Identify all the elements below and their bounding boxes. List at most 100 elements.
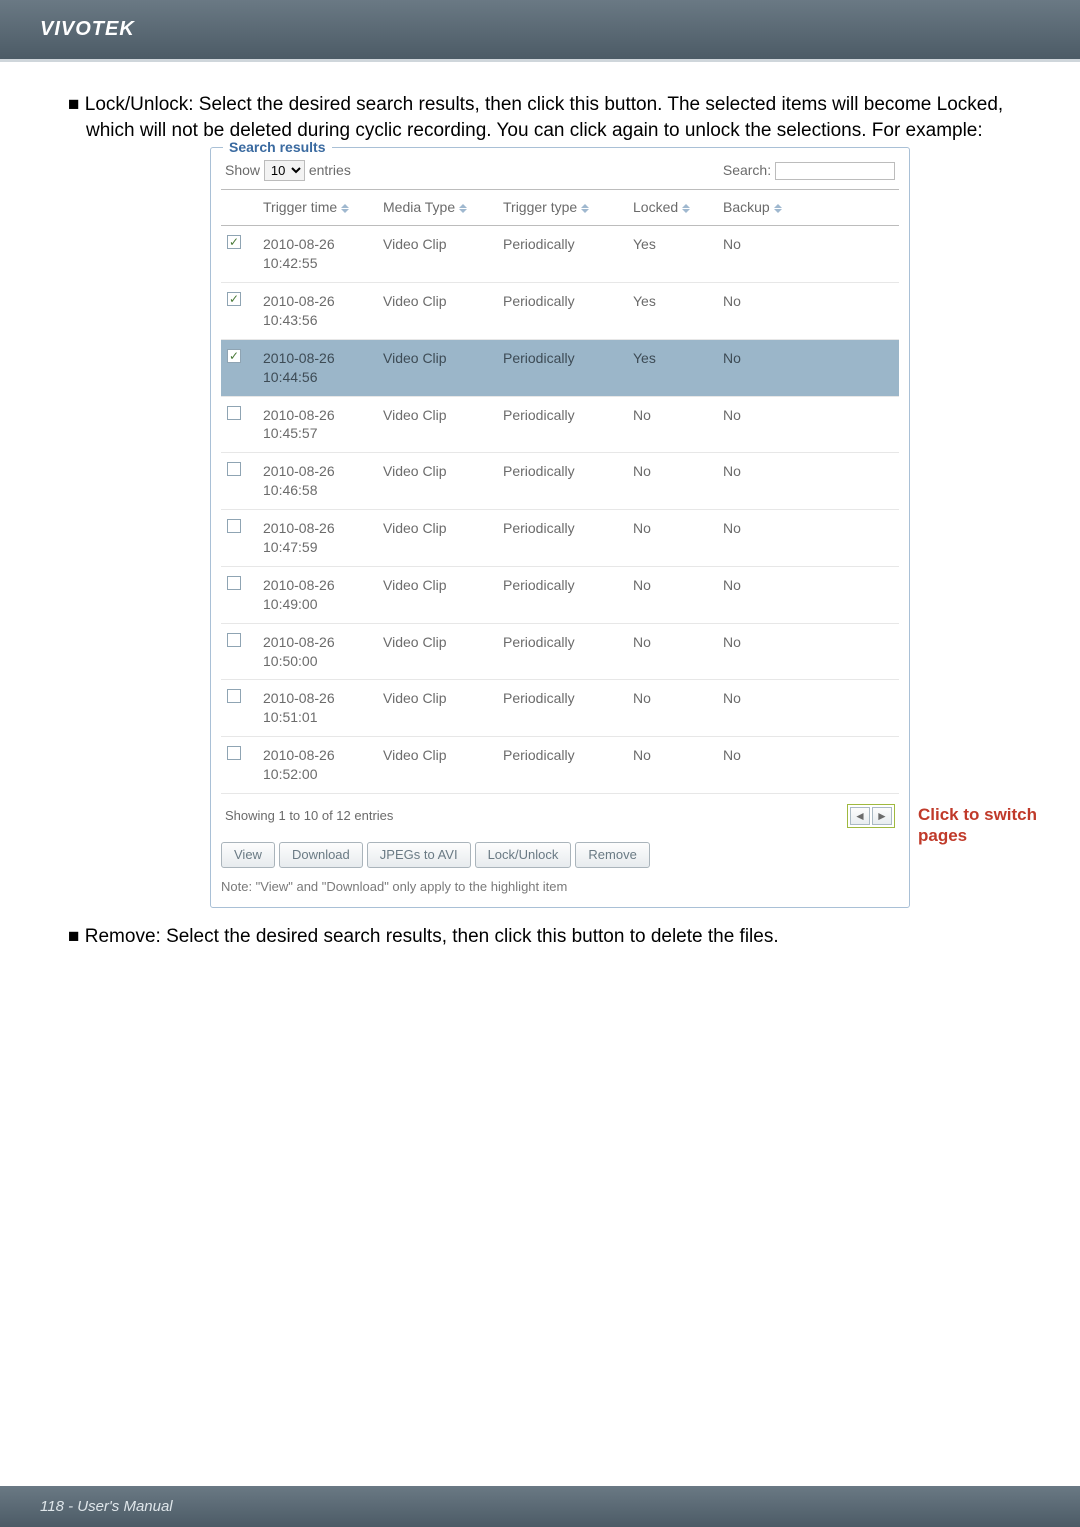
- col-media-type[interactable]: Media Type: [377, 190, 497, 226]
- cell-backup: No: [717, 623, 899, 680]
- cell-trigger-time: 2010-08-2610:51:01: [257, 680, 377, 737]
- table-footer: Showing 1 to 10 of 12 entries ◄ ►: [221, 794, 899, 828]
- page-body: Lock/Unlock: Select the desired search r…: [0, 62, 1080, 950]
- row-checkbox[interactable]: [227, 576, 241, 590]
- col-checkbox: [221, 190, 257, 226]
- download-button[interactable]: Download: [279, 842, 363, 868]
- cell-trigger-type: Periodically: [497, 510, 627, 567]
- table-row[interactable]: 2010-08-2610:46:58Video ClipPeriodically…: [221, 453, 899, 510]
- remove-button[interactable]: Remove: [575, 842, 649, 868]
- pager-next-button[interactable]: ►: [872, 807, 892, 825]
- view-button[interactable]: View: [221, 842, 275, 868]
- search-box: Search:: [723, 161, 895, 180]
- sort-icon: [581, 204, 589, 214]
- cell-locked: No: [627, 623, 717, 680]
- pager-box: ◄ ►: [847, 804, 895, 828]
- cell-trigger-time: 2010-08-2610:44:56: [257, 339, 377, 396]
- col-backup-label: Backup: [723, 199, 770, 215]
- cell-trigger-time: 2010-08-2610:46:58: [257, 453, 377, 510]
- showing-text: Showing 1 to 10 of 12 entries: [225, 807, 393, 825]
- search-input[interactable]: [775, 162, 895, 180]
- cell-media-type: Video Clip: [377, 680, 497, 737]
- table-row[interactable]: 2010-08-2610:47:59Video ClipPeriodically…: [221, 510, 899, 567]
- cell-trigger-time: 2010-08-2610:49:00: [257, 566, 377, 623]
- results-table: Trigger time Media Type Trigger type Loc…: [221, 189, 899, 794]
- search-results-panel: Search results Show 10 entries Search:: [210, 147, 910, 908]
- row-checkbox[interactable]: [227, 462, 241, 476]
- row-checkbox[interactable]: [227, 406, 241, 420]
- table-row[interactable]: 2010-08-2610:50:00Video ClipPeriodically…: [221, 623, 899, 680]
- cell-trigger-time: 2010-08-2610:43:56: [257, 282, 377, 339]
- show-entries: Show 10 entries: [225, 160, 351, 181]
- cell-backup: No: [717, 226, 899, 283]
- table-row[interactable]: 2010-08-2610:45:57Video ClipPeriodically…: [221, 396, 899, 453]
- bullet-lock-unlock-text: Lock/Unlock: Select the desired search r…: [85, 94, 1003, 141]
- cell-trigger-type: Periodically: [497, 680, 627, 737]
- row-checkbox[interactable]: [227, 746, 241, 760]
- cell-locked: No: [627, 737, 717, 794]
- cell-backup: No: [717, 282, 899, 339]
- search-label: Search:: [723, 162, 771, 178]
- page-footer: 118 - User's Manual: [0, 1486, 1080, 1527]
- col-trigger-time[interactable]: Trigger time: [257, 190, 377, 226]
- lock-unlock-button[interactable]: Lock/Unlock: [475, 842, 572, 868]
- cell-trigger-type: Periodically: [497, 339, 627, 396]
- col-locked[interactable]: Locked: [627, 190, 717, 226]
- cell-locked: No: [627, 680, 717, 737]
- cell-trigger-time: 2010-08-2610:45:57: [257, 396, 377, 453]
- cell-trigger-type: Periodically: [497, 566, 627, 623]
- cell-media-type: Video Clip: [377, 453, 497, 510]
- cell-locked: No: [627, 510, 717, 567]
- page-footer-text: 118 - User's Manual: [40, 1498, 173, 1515]
- bullet-lock-unlock: Lock/Unlock: Select the desired search r…: [68, 92, 1020, 143]
- cell-backup: No: [717, 339, 899, 396]
- page-header: VIVOTEK: [0, 0, 1080, 62]
- cell-locked: Yes: [627, 226, 717, 283]
- sort-icon: [682, 204, 690, 214]
- row-checkbox[interactable]: [227, 689, 241, 703]
- cell-trigger-type: Periodically: [497, 453, 627, 510]
- table-row[interactable]: 2010-08-2610:49:00Video ClipPeriodically…: [221, 566, 899, 623]
- callout-switch-pages: Click to switch pages: [918, 805, 1078, 846]
- col-locked-label: Locked: [633, 199, 678, 215]
- table-row[interactable]: 2010-08-2610:52:00Video ClipPeriodically…: [221, 737, 899, 794]
- col-trigger-type[interactable]: Trigger type: [497, 190, 627, 226]
- cell-media-type: Video Clip: [377, 566, 497, 623]
- table-row[interactable]: 2010-08-2610:44:56Video ClipPeriodically…: [221, 339, 899, 396]
- cell-backup: No: [717, 680, 899, 737]
- sort-icon: [459, 204, 467, 214]
- cell-media-type: Video Clip: [377, 510, 497, 567]
- cell-trigger-time: 2010-08-2610:42:55: [257, 226, 377, 283]
- row-checkbox[interactable]: [227, 519, 241, 533]
- panel-note: Note: "View" and "Download" only apply t…: [221, 878, 899, 896]
- sort-icon: [774, 204, 782, 214]
- cell-trigger-type: Periodically: [497, 226, 627, 283]
- pager-prev-button[interactable]: ◄: [850, 807, 870, 825]
- jpegs-to-avi-button[interactable]: JPEGs to AVI: [367, 842, 471, 868]
- cell-backup: No: [717, 396, 899, 453]
- cell-trigger-type: Periodically: [497, 623, 627, 680]
- screenshot-wrap: Search results Show 10 entries Search:: [210, 147, 910, 908]
- cell-media-type: Video Clip: [377, 282, 497, 339]
- cell-media-type: Video Clip: [377, 226, 497, 283]
- table-row[interactable]: 2010-08-2610:51:01Video ClipPeriodically…: [221, 680, 899, 737]
- row-checkbox[interactable]: [227, 633, 241, 647]
- show-label-pre: Show: [225, 162, 260, 178]
- row-checkbox[interactable]: [227, 292, 241, 306]
- entries-select[interactable]: 10: [264, 160, 305, 181]
- cell-trigger-time: 2010-08-2610:50:00: [257, 623, 377, 680]
- cell-media-type: Video Clip: [377, 737, 497, 794]
- col-trigger-type-label: Trigger type: [503, 199, 577, 215]
- cell-trigger-type: Periodically: [497, 737, 627, 794]
- cell-trigger-time: 2010-08-2610:47:59: [257, 510, 377, 567]
- row-checkbox[interactable]: [227, 235, 241, 249]
- col-backup[interactable]: Backup: [717, 190, 899, 226]
- bullet-remove: Remove: Select the desired search result…: [68, 924, 1020, 950]
- table-row[interactable]: 2010-08-2610:43:56Video ClipPeriodically…: [221, 282, 899, 339]
- cell-media-type: Video Clip: [377, 623, 497, 680]
- button-row: View Download JPEGs to AVI Lock/Unlock R…: [221, 842, 899, 868]
- brand-text: VIVOTEK: [40, 18, 135, 40]
- row-checkbox[interactable]: [227, 349, 241, 363]
- cell-media-type: Video Clip: [377, 396, 497, 453]
- table-row[interactable]: 2010-08-2610:42:55Video ClipPeriodically…: [221, 226, 899, 283]
